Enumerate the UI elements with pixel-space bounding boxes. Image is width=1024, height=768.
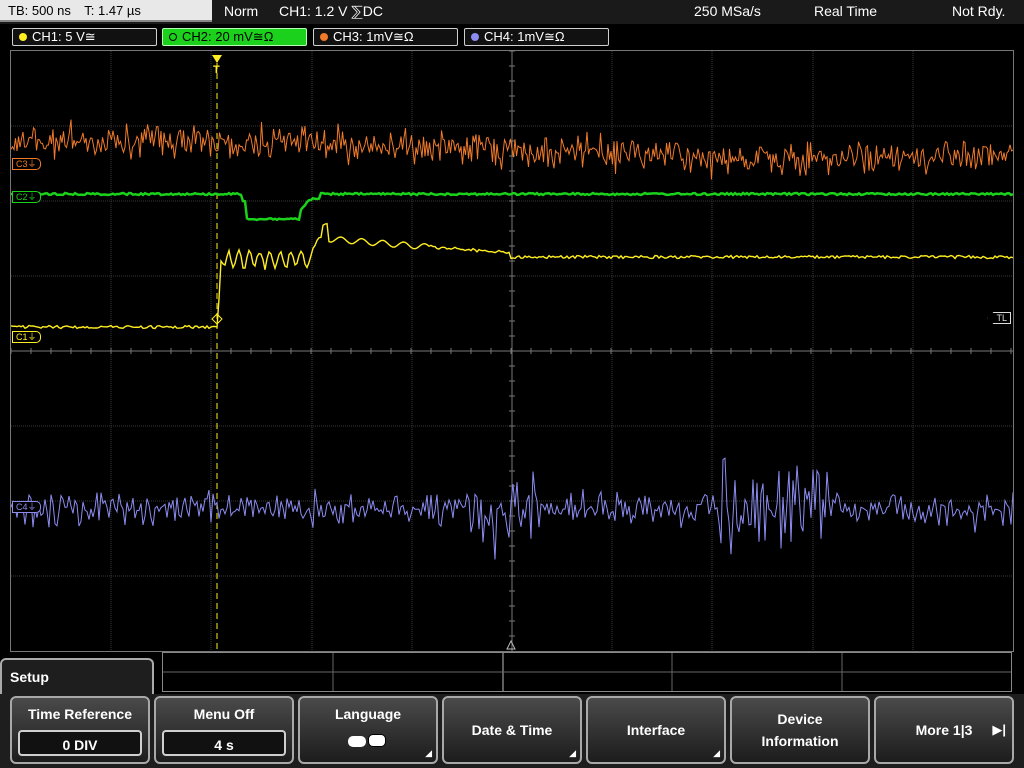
more-softkey[interactable]: More 1|3 ▶| xyxy=(874,696,1014,764)
trigger-position-label: T xyxy=(213,64,220,76)
ch3-color-dot xyxy=(320,33,328,41)
date-time-label: Date & Time xyxy=(471,722,553,738)
submenu-corner-icon: ◢ xyxy=(713,748,720,758)
ch3-label: CH3: 1mV≅Ω xyxy=(333,29,414,44)
softkey-bar: Time Reference 0 DIV Menu Off 4 s Langua… xyxy=(0,694,1024,768)
interface-softkey[interactable]: Interface ◢ xyxy=(586,696,726,764)
overview-grid xyxy=(163,653,1011,691)
time-reference-label: Time Reference xyxy=(27,706,132,722)
timebase-box[interactable]: TB: 500 ns T: 1.47 µs xyxy=(0,0,212,22)
ch1-label: CH1: 5 V≅ xyxy=(32,29,96,44)
submenu-corner-icon: ◢ xyxy=(569,748,576,758)
date-time-softkey[interactable]: Date & Time ◢ xyxy=(442,696,582,764)
acquisition-mode: Real Time xyxy=(814,3,878,19)
status-bar: TB: 500 ns T: 1.47 µs Norm CH1: 1.2 V ⅀D… xyxy=(0,0,1024,24)
waveform-canvas: T xyxy=(11,51,1013,651)
time-reference-value: 0 DIV xyxy=(18,730,142,756)
channel-tab-ch1[interactable]: CH1: 5 V≅ xyxy=(12,28,157,46)
timebase-value: TB: 500 ns xyxy=(8,3,71,18)
time-reference-softkey[interactable]: Time Reference 0 DIV xyxy=(10,696,150,764)
submenu-corner-icon: ◢ xyxy=(425,748,432,758)
device-information-softkey[interactable]: Device Information xyxy=(730,696,870,764)
device-information-line2: Information xyxy=(761,733,839,749)
right-arrow-icon: ▶| xyxy=(992,722,1006,737)
ch3-ground-marker[interactable]: C3⏚ xyxy=(12,158,41,170)
speech-bubbles-icon xyxy=(300,734,436,750)
device-information-label: Device Information xyxy=(732,698,868,762)
ch2-label: CH2: 20 mV≅Ω xyxy=(182,29,274,44)
channel-tab-ch3[interactable]: CH3: 1mV≅Ω xyxy=(313,28,458,46)
horizontal-center-icon xyxy=(506,639,516,650)
trigger-info[interactable]: CH1: 1.2 V ⅀DC xyxy=(279,0,383,22)
sample-rate: 250 MSa/s xyxy=(694,3,761,19)
menu-title: Setup xyxy=(10,669,49,685)
device-information-line1: Device xyxy=(777,711,823,727)
waveform-display[interactable]: T C3⏚ C2⏚ C1⏚ C4⏚ TL xyxy=(10,50,1014,652)
trigger-position-icon[interactable] xyxy=(212,55,222,63)
zoom-overview xyxy=(162,652,1012,692)
run-state: Not Rdy. xyxy=(952,3,1006,19)
channel-tab-ch2[interactable]: CH2: 20 mV≅Ω xyxy=(162,28,307,46)
language-softkey[interactable]: Language ◢ xyxy=(298,696,438,764)
ch4-label: CH4: 1mV≅Ω xyxy=(484,29,565,44)
ch1-ground-marker[interactable]: C1⏚ xyxy=(12,331,41,343)
channel-tabs: CH1: 5 V≅ CH2: 20 mV≅Ω CH3: 1mV≅Ω CH4: 1… xyxy=(0,24,1024,48)
menu-off-softkey[interactable]: Menu Off 4 s xyxy=(154,696,294,764)
menu-title-tab: Setup xyxy=(0,658,154,698)
channel-tab-ch4[interactable]: CH4: 1mV≅Ω xyxy=(464,28,609,46)
interface-label: Interface xyxy=(626,722,686,738)
ch4-color-dot xyxy=(471,33,479,41)
ch2-ground-marker[interactable]: C2⏚ xyxy=(12,191,41,203)
ch2-color-dot xyxy=(169,33,177,41)
trigger-mode[interactable]: Norm xyxy=(224,0,258,22)
trigger-time-value: T: 1.47 µs xyxy=(84,3,141,18)
menu-off-value: 4 s xyxy=(162,730,286,756)
ch4-ground-marker[interactable]: C4⏚ xyxy=(12,501,41,513)
ch1-color-dot xyxy=(19,33,27,41)
menu-off-label: Menu Off xyxy=(193,706,255,722)
language-label: Language xyxy=(334,706,402,722)
